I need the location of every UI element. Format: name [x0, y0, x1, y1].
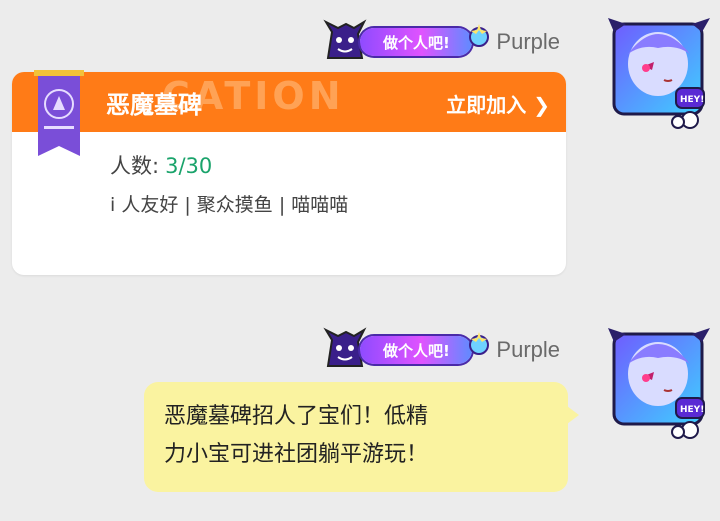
chevron-right-icon: ❯ [526, 93, 550, 117]
sender-name[interactable]: Purple [496, 29, 560, 55]
potion-icon [469, 332, 490, 355]
svg-text:HEY!: HEY! [680, 95, 704, 105]
avatar[interactable]: HEY! [606, 14, 712, 132]
member-count-value: 3/30 [165, 154, 213, 178]
club-invite-card[interactable]: CATION 恶魔墓碑 立即加入 ❯ 人数: 3/30 i 人友好 | 聚众摸鱼 … [12, 72, 566, 275]
potion-icon [469, 24, 490, 47]
message-text-line: 恶魔墓碑招人了宝们！低精 [164, 404, 429, 429]
club-name: 恶魔墓碑 [106, 90, 202, 119]
badge-pill: 做个人吧! [360, 28, 473, 56]
title-badge: 做个人吧! [320, 14, 490, 70]
message-text-line: 力小宝可进社团躺平游玩！ [164, 442, 429, 467]
club-tags: i 人友好 | 聚众摸鱼 | 喵喵喵 [110, 194, 349, 216]
sender-row: 做个人吧! Purple [320, 322, 560, 378]
demon-girl-avatar-icon: HEY! [608, 18, 710, 129]
member-count: 人数: 3/30 [110, 150, 566, 180]
svg-text:HEY!: HEY! [680, 405, 704, 415]
demon-girl-avatar-icon: HEY! [608, 328, 710, 439]
member-count-label: 人数: [110, 154, 160, 178]
sender-name[interactable]: Purple [496, 337, 560, 363]
card-header: CATION 恶魔墓碑 立即加入 ❯ [12, 72, 566, 132]
card-body: 人数: 3/30 i 人友好 | 聚众摸鱼 | 喵喵喵 [12, 132, 566, 217]
avatar[interactable]: HEY! [606, 324, 712, 442]
message-bubble[interactable]: 恶魔墓碑招人了宝们！低精 力小宝可进社团躺平游玩！ [144, 382, 579, 492]
club-emblem-icon [34, 70, 84, 156]
sender-row: 做个人吧! Purple [320, 14, 560, 70]
join-now-button[interactable]: 立即加入 ❯ [446, 89, 550, 118]
join-label: 立即加入 [446, 93, 527, 117]
title-badge: 做个人吧! [320, 322, 490, 378]
badge-pill: 做个人吧! [360, 336, 473, 364]
